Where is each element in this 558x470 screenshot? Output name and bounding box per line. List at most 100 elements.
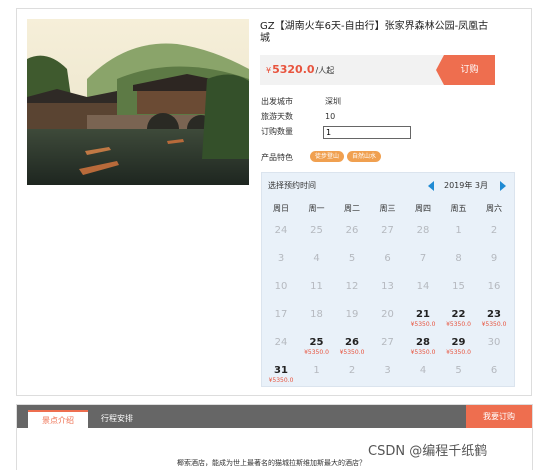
calendar-day: 18 (299, 309, 335, 321)
day-price: ¥5350.0 (339, 349, 365, 356)
calendar-day: 6 (370, 253, 406, 265)
calendar-day: 8 (441, 253, 477, 265)
calendar-heading: 选择预约时间 (268, 181, 316, 190)
calendar-day: 27 (370, 337, 406, 349)
next-month-arrow-icon[interactable] (500, 181, 506, 191)
day-number: 6 (384, 253, 391, 264)
day-number: 27 (381, 225, 394, 236)
calendar-day: 10 (263, 281, 299, 293)
quantity-row: 订购数量 (261, 126, 325, 137)
travel-days-row: 旅游天数 10 (261, 111, 335, 122)
quantity-input[interactable] (323, 126, 411, 139)
book-now-button[interactable]: 我要订购 (466, 405, 532, 428)
booking-calendar: 选择预约时间 2019年 3月 周日 周一 周二 周三 周四 周五 周六 24 25 26 27 28… (261, 172, 515, 387)
weekday-header: 周二 (344, 204, 360, 213)
calendar-day-available[interactable]: 29 ¥5350.0 (441, 337, 477, 357)
depart-city-label: 出发城市 (261, 97, 293, 106)
day-number: 20 (381, 309, 394, 320)
calendar-day: 2 (476, 225, 512, 237)
calendar-day: 5 (334, 253, 370, 265)
day-number: 6 (490, 365, 498, 376)
calendar-day-available[interactable]: 21 ¥5350.0 (405, 309, 441, 329)
calendar-day: 15 (441, 281, 477, 293)
calendar-day: 5 (441, 365, 477, 377)
calendar-day: 30 (476, 337, 512, 349)
day-number: 3 (384, 365, 391, 376)
tab-itinerary[interactable]: 行程安排 (101, 413, 133, 424)
detail-tab-bar: 景点介绍 行程安排 我要订购 (17, 405, 532, 428)
feature-tag: 自然山水 (347, 151, 382, 162)
weekday-header: 周六 (486, 204, 502, 213)
product-card: GZ【湖南火车6天-自由行】张家界森林公园-凤凰古城 ¥5320.0/人起 订购… (16, 8, 532, 396)
day-number: 16 (487, 281, 501, 292)
calendar-day: 12 (334, 281, 370, 293)
day-number: 7 (419, 253, 427, 264)
tab-attraction-intro[interactable]: 景点介绍 (28, 410, 88, 428)
day-number: 1 (455, 225, 462, 236)
calendar-day: 13 (370, 281, 406, 293)
weekday-header: 周一 (308, 204, 325, 213)
calendar-day-available[interactable]: 26 ¥5350.0 (334, 337, 370, 357)
day-number: 10 (274, 281, 288, 292)
calendar-month: 2019年 3月 (444, 181, 488, 190)
calendar-day: 16 (476, 281, 512, 293)
day-number: 17 (274, 309, 288, 320)
calendar-day: 1 (299, 365, 335, 377)
price-bar: ¥5320.0/人起 订购 (260, 55, 495, 85)
day-price: ¥5350.0 (446, 349, 471, 356)
calendar-day-available[interactable]: 28 ¥5350.0 (405, 337, 441, 357)
product-photo (27, 19, 249, 185)
weekday-header: 周五 (450, 204, 467, 213)
calendar-day: 1 (441, 225, 477, 237)
day-price: ¥5350.0 (410, 349, 436, 356)
day-number: 8 (455, 253, 462, 264)
day-number: 26 (345, 337, 359, 348)
day-number: 24 (274, 337, 288, 348)
day-number: 4 (419, 365, 427, 376)
day-number: 5 (348, 253, 356, 264)
weekday-header: 周日 (273, 204, 289, 213)
calendar-day: 3 (263, 253, 299, 265)
calendar-day: 27 (370, 225, 406, 237)
day-number: 25 (310, 225, 323, 236)
calendar-day: 24 (263, 337, 299, 349)
day-number: 18 (310, 309, 323, 320)
day-number: 30 (487, 337, 501, 348)
calendar-day: 24 (263, 225, 299, 237)
calendar-day: 4 (299, 253, 335, 265)
day-number: 25 (309, 337, 324, 348)
day-price: ¥5350.0 (410, 321, 436, 328)
intro-text: 椰索酒店，能成为世上最著名的猫城拉斯维加斯最大的酒店？ (177, 459, 366, 467)
price-unit: /人起 (315, 66, 335, 75)
day-number: 21 (416, 309, 430, 320)
calendar-day: 7 (405, 253, 441, 265)
day-number: 19 (345, 309, 359, 320)
travel-days-value: 10 (325, 112, 336, 121)
depart-city-row: 出发城市 深圳 (261, 96, 341, 107)
weekday-header: 周四 (415, 204, 431, 213)
calendar-day-available[interactable]: 25 ¥5350.0 (299, 337, 335, 357)
day-number: 15 (452, 281, 465, 292)
day-number: 14 (416, 281, 430, 292)
calendar-day: 9 (476, 253, 512, 265)
day-price: ¥5350.0 (481, 321, 507, 328)
detail-section: 景点介绍 行程安排 我要订购 椰索酒店，能成为世上最著名的猫城拉斯维加斯最大的酒… (16, 404, 533, 470)
calendar-day-available[interactable]: 23 ¥5350.0 (476, 309, 512, 329)
prev-month-arrow-icon[interactable] (428, 181, 434, 191)
day-number: 22 (451, 309, 466, 320)
day-price: ¥5350.0 (446, 321, 471, 328)
currency-symbol: ¥ (266, 66, 272, 75)
feature-label: 产品特色 (261, 153, 293, 162)
travel-days-label: 旅游天数 (261, 112, 293, 121)
quantity-label: 订购数量 (261, 127, 293, 136)
calendar-day-available[interactable]: 31 ¥5350.0 (263, 365, 299, 385)
order-button[interactable]: 订购 (436, 55, 495, 85)
day-number: 28 (416, 225, 430, 236)
day-number: 28 (416, 337, 430, 348)
day-number: 5 (455, 365, 462, 376)
day-price: ¥5350.0 (268, 377, 294, 384)
product-title: GZ【湖南火车6天-自由行】张家界森林公园-凤凰古城 (260, 21, 489, 44)
calendar-day-available[interactable]: 22 ¥5350.0 (441, 309, 477, 329)
day-number: 4 (313, 253, 320, 264)
weekday-header: 周三 (379, 204, 396, 213)
